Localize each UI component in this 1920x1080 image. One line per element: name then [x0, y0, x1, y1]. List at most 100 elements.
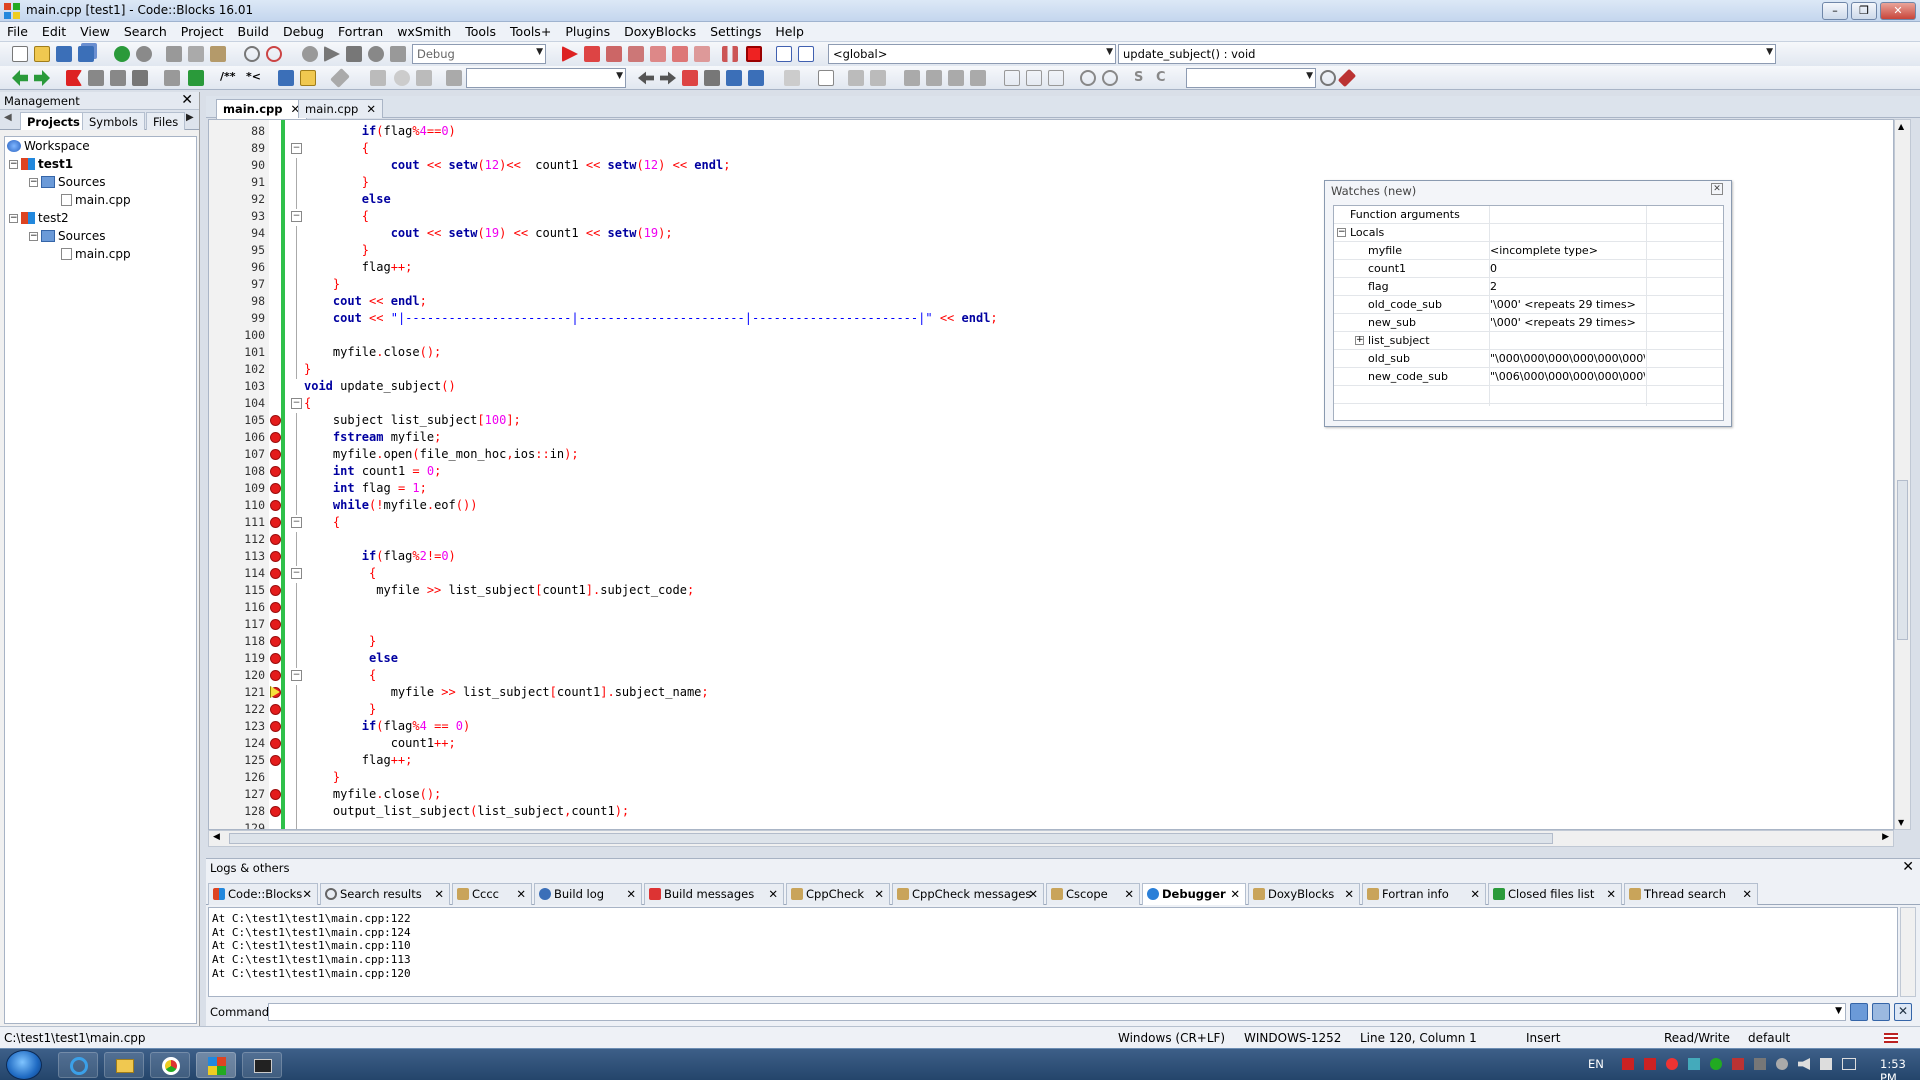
doxywizard-icon[interactable] — [278, 70, 294, 86]
menu-settings[interactable]: Settings — [703, 22, 768, 39]
scroll-left-icon[interactable]: ◀ — [213, 832, 220, 842]
close-tab-icon[interactable]: ✕ — [434, 887, 444, 901]
breakpoint-icon[interactable] — [270, 789, 281, 800]
debug-info-icon[interactable] — [798, 46, 814, 62]
tab-debugger[interactable]: Debugger ✕ — [1142, 883, 1246, 905]
collapse-icon[interactable]: − — [29, 232, 38, 241]
console-taskbar-icon[interactable] — [242, 1052, 282, 1078]
wrench-icon[interactable] — [330, 68, 350, 88]
send-command-icon[interactable] — [1850, 1003, 1868, 1021]
breakpoint-icon[interactable] — [270, 449, 281, 460]
collapse-icon[interactable]: − — [9, 214, 18, 223]
wifi-icon[interactable] — [1776, 1058, 1788, 1070]
tray-app-icon[interactable] — [1622, 1058, 1634, 1070]
menu-fortran[interactable]: Fortran — [331, 22, 390, 39]
align-justify-icon[interactable] — [970, 70, 986, 86]
tab-files[interactable]: Files — [146, 112, 186, 130]
pause-icon[interactable] — [722, 46, 738, 62]
box2-icon[interactable] — [1026, 70, 1042, 86]
watch-row[interactable]: − Locals — [1334, 224, 1723, 242]
layout-icon[interactable] — [870, 70, 886, 86]
watch-row[interactable]: count1 0 — [1334, 260, 1723, 278]
close-tab-icon[interactable]: ✕ — [366, 102, 376, 116]
step-into-icon[interactable] — [628, 46, 644, 62]
tree-project-test2[interactable]: test2 — [21, 211, 69, 227]
watch-row-empty[interactable] — [1334, 386, 1723, 404]
build-gear-icon[interactable] — [302, 46, 318, 62]
close-tab-icon[interactable]: ✕ — [1230, 887, 1240, 901]
breakpoint-icon[interactable] — [270, 670, 281, 681]
regex-icon[interactable] — [748, 70, 764, 86]
tab-thread-search[interactable]: Thread search ✕ — [1624, 883, 1758, 905]
fold-collapse-icon[interactable]: − — [291, 670, 302, 681]
tab-closed-files-list[interactable]: Closed files list ✕ — [1488, 883, 1622, 905]
tree-folder-sources[interactable]: Sources — [41, 175, 105, 191]
tree-folder-sources[interactable]: Sources — [41, 229, 105, 245]
fold-collapse-icon[interactable]: − — [291, 398, 302, 409]
image-icon[interactable] — [848, 70, 864, 86]
expand-icon[interactable]: + — [1355, 336, 1364, 345]
watch-row[interactable]: old_sub "\000\000\000\000\000\000\b\ — [1334, 350, 1723, 368]
vertical-scrollbar[interactable]: ▲ ▼ — [1894, 119, 1911, 830]
breakpoint-icon[interactable] — [270, 704, 281, 715]
menu-debug[interactable]: Debug — [276, 22, 331, 39]
c-icon[interactable]: C — [1156, 70, 1172, 86]
menu-plugins[interactable]: Plugins — [558, 22, 617, 39]
close-tab-icon[interactable]: ✕ — [1028, 887, 1038, 901]
scroll-right-icon[interactable]: ▶ — [1882, 832, 1889, 842]
menu-edit[interactable]: Edit — [35, 22, 73, 39]
horizontal-scrollbar[interactable]: ◀ ▶ — [208, 830, 1894, 847]
debug-continue-icon[interactable] — [562, 46, 578, 62]
tab-projects[interactable]: Projects — [20, 112, 87, 130]
tab-codeblocks-log[interactable]: Code::Blocks ✕ — [208, 883, 318, 905]
run-search-icon[interactable] — [188, 70, 204, 86]
command-options-icon[interactable] — [1872, 1003, 1890, 1021]
tray-app-icon[interactable] — [1710, 1058, 1722, 1070]
cut-icon[interactable] — [166, 46, 182, 62]
scroll-up-icon[interactable]: ▲ — [1898, 122, 1904, 131]
vertical-scroll-thumb[interactable] — [1897, 480, 1908, 640]
menu-help[interactable]: Help — [768, 22, 811, 39]
replace-icon[interactable] — [266, 46, 282, 62]
run-to-cursor-icon[interactable] — [584, 46, 600, 62]
box1-icon[interactable] — [1004, 70, 1020, 86]
tab-symbols[interactable]: Symbols — [82, 112, 145, 130]
breakpoint-icon[interactable] — [270, 653, 281, 664]
tray-app-icon[interactable] — [1754, 1058, 1766, 1070]
search2-input[interactable]: ▼ — [1186, 68, 1316, 88]
close-tab-icon[interactable]: ✕ — [1344, 887, 1354, 901]
next-line-icon[interactable] — [606, 46, 622, 62]
collapse-icon[interactable]: − — [1337, 228, 1346, 237]
close-tab-icon[interactable]: ✕ — [1124, 887, 1134, 901]
command-input[interactable]: ▼ — [268, 1003, 1846, 1021]
new-file-icon[interactable] — [12, 46, 28, 62]
function-select[interactable]: update_subject() : void ▼ — [1118, 44, 1776, 64]
scope-select[interactable]: <global> ▼ — [828, 44, 1116, 64]
tab-main-cpp-test2[interactable]: main.cpp ✕ — [298, 99, 383, 118]
tree-file-main-cpp[interactable]: main.cpp — [61, 193, 131, 209]
next-instruction-icon[interactable] — [672, 46, 688, 62]
menu-doxyblocks[interactable]: DoxyBlocks — [617, 22, 703, 39]
breakpoint-icon[interactable] — [270, 568, 281, 579]
run-icon[interactable] — [324, 46, 340, 62]
close-icon[interactable]: ✕ — [1902, 859, 1914, 875]
breakpoint-icon[interactable] — [270, 755, 281, 766]
menu-tools-plus[interactable]: Tools+ — [503, 22, 558, 39]
find-prev-icon[interactable] — [638, 71, 654, 85]
code-completion-icon[interactable] — [164, 70, 180, 86]
clear-log-icon[interactable]: ✕ — [1894, 1003, 1912, 1021]
tab-search-results[interactable]: Search results ✕ — [320, 883, 450, 905]
menu-file[interactable]: File — [0, 22, 35, 39]
breakpoint-icon[interactable] — [270, 602, 281, 613]
close-tab-icon[interactable]: ✕ — [302, 887, 312, 901]
tray-app-icon[interactable] — [1644, 1058, 1656, 1070]
menu-search[interactable]: Search — [117, 22, 174, 39]
next-bookmark-icon[interactable] — [110, 70, 126, 86]
menu-tools[interactable]: Tools — [458, 22, 503, 39]
codeblocks-taskbar-icon[interactable] — [196, 1052, 236, 1078]
tray-app-icon[interactable] — [1688, 1058, 1700, 1070]
s-icon[interactable]: S — [1134, 70, 1150, 86]
tab-build-messages[interactable]: Build messages ✕ — [644, 883, 784, 905]
jump-forward-icon[interactable] — [34, 70, 50, 86]
fold-collapse-icon[interactable]: − — [291, 517, 302, 528]
